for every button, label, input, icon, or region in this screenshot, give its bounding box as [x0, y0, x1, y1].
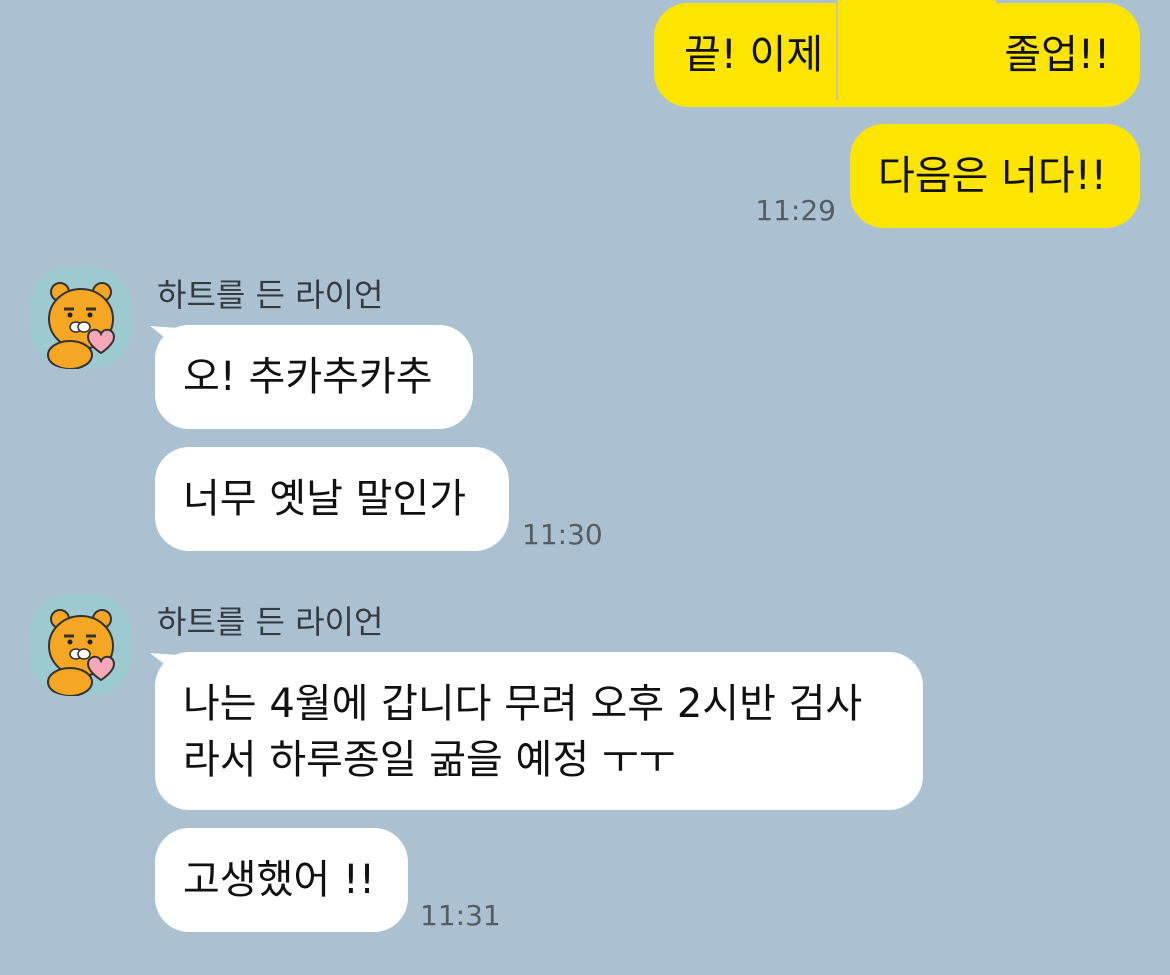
message-text: 다음은 너다!! [878, 153, 1107, 199]
sender-avatar[interactable] [30, 267, 132, 369]
sender-name: 하트를 든 라이언 [157, 603, 384, 641]
message-text-line-1: 나는 4월에 갑니다 무려 오후 2시반 검사 [183, 681, 863, 727]
message-text: 오! 추카추카추 [183, 354, 433, 400]
sent-message-bubble[interactable]: 다음은 너다!! [850, 124, 1140, 228]
message-text-part-2: 졸업!! [1004, 32, 1110, 78]
message-timestamp: 11:30 [522, 518, 603, 551]
message-text-line-2: 라서 하루종일 굶을 예정 ㅜㅜ [183, 737, 676, 783]
message-timestamp: 11:29 [755, 194, 836, 227]
ryan-holding-heart-icon [47, 282, 116, 369]
received-message-bubble[interactable]: 너무 옛날 말인가 [155, 447, 509, 551]
redaction-mask [836, 0, 996, 104]
sender-name: 하트를 든 라이언 [157, 276, 384, 314]
message-timestamp: 11:31 [420, 899, 501, 932]
message-text-part-1: 끝! 이제 [684, 32, 824, 78]
received-message-bubble[interactable]: 오! 추카추카추 [155, 325, 473, 429]
ryan-holding-heart-icon [47, 609, 116, 696]
sender-avatar[interactable] [30, 594, 132, 696]
received-message-bubble[interactable]: 나는 4월에 갑니다 무려 오후 2시반 검사 라서 하루종일 굶을 예정 ㅜㅜ [155, 652, 923, 810]
redaction-edge [836, 0, 838, 100]
received-message-bubble[interactable]: 고생했어 !! [155, 828, 408, 932]
message-text: 너무 옛날 말인가 [183, 476, 467, 522]
message-text: 고생했어 !! [183, 857, 375, 903]
